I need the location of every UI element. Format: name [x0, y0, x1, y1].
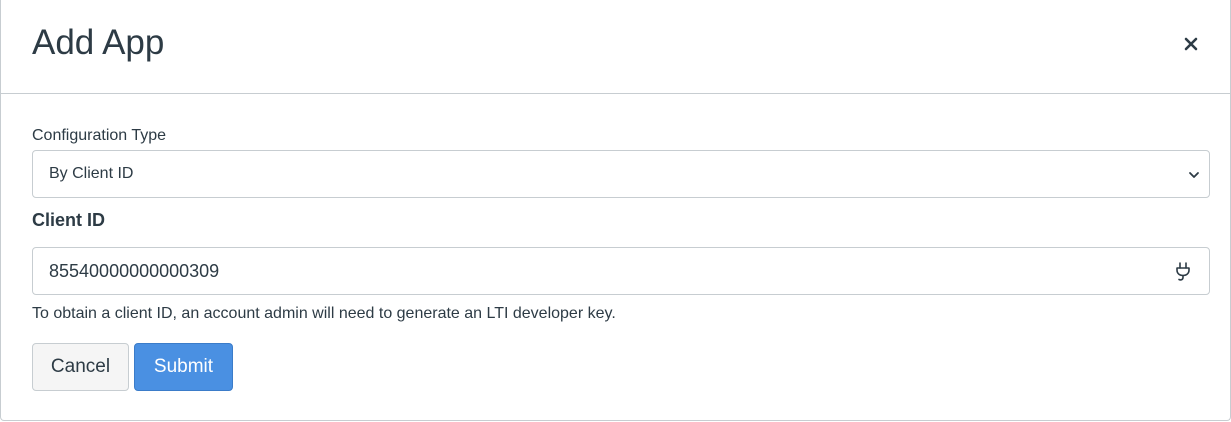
close-icon — [1184, 37, 1198, 51]
add-app-dialog: Add App Configuration Type By Client ID … — [0, 0, 1231, 421]
dialog-header: Add App — [1, 0, 1230, 94]
client-id-input[interactable] — [33, 248, 1163, 294]
client-id-label: Client ID — [32, 210, 106, 230]
configuration-type-label: Configuration Type — [32, 127, 167, 144]
plug-icon — [1176, 262, 1190, 281]
close-button[interactable] — [1175, 28, 1207, 60]
configuration-type-select[interactable]: By Client ID — [32, 150, 1210, 198]
cancel-button[interactable]: Cancel — [32, 343, 129, 391]
client-id-help-text: To obtain a client ID, an account admin … — [32, 305, 616, 322]
submit-button[interactable]: Submit — [134, 343, 233, 391]
configuration-type-selected-value: By Client ID — [49, 165, 134, 182]
client-id-field — [32, 247, 1210, 295]
chevron-down-icon — [1189, 172, 1199, 178]
dialog-title: Add App — [32, 23, 165, 62]
